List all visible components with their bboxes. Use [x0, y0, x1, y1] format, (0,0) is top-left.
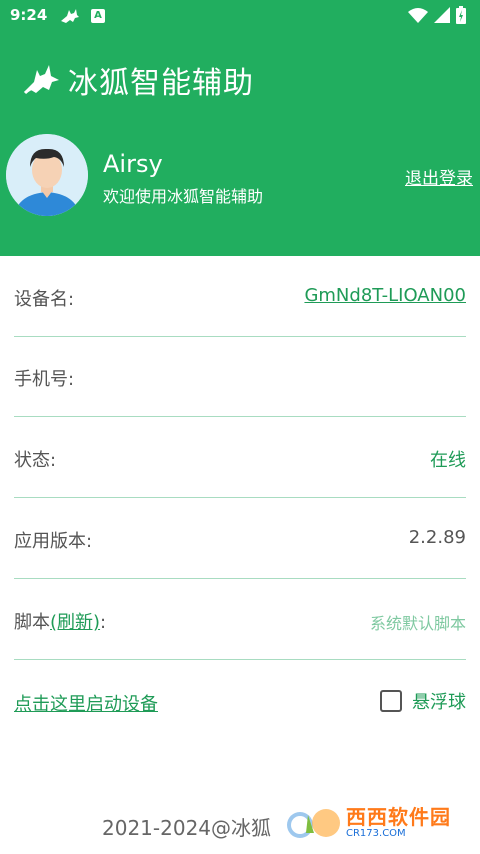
float-ball-toggle[interactable]: 悬浮球 [380, 688, 466, 714]
a-notification-icon: A [91, 9, 105, 23]
script-label: 脚本(刷新): [14, 608, 106, 634]
watermark-text: 西西软件园 CR173.COM [346, 807, 451, 839]
status-label: 状态: [14, 450, 57, 471]
script-label-prefix: 脚本 [14, 612, 50, 633]
phone-label: 手机号: [14, 369, 75, 390]
device-name-row: 设备名: GmNd8T-LIOAN00 [14, 257, 466, 337]
app-title: 冰狐智能辅助 [68, 66, 254, 101]
app-version-value: 2.2.89 [408, 527, 466, 548]
status-bar: 9:24 A [0, 0, 480, 32]
app-version-label: 应用版本: [14, 531, 93, 552]
signal-icon [434, 7, 450, 23]
avatar [6, 134, 88, 216]
refresh-link[interactable]: (刷新) [50, 612, 100, 633]
wifi-icon [408, 8, 428, 23]
script-row: 脚本(刷新): 系统默认脚本 [14, 580, 466, 660]
battery-icon [456, 6, 466, 24]
device-name-label: 设备名: [14, 289, 75, 310]
app-version-row: 应用版本: 2.2.89 [14, 499, 466, 579]
phone-row: 手机号: [14, 337, 466, 417]
fox-notification-icon [61, 9, 79, 23]
start-device-link[interactable]: 点击这里启动设备 [14, 690, 158, 716]
status-value: 在线 [430, 450, 466, 471]
device-name-value[interactable]: GmNd8T-LIOAN00 [304, 285, 466, 306]
status-icons [408, 6, 466, 24]
welcome-text: 欢迎使用冰狐智能辅助 [103, 187, 264, 206]
watermark: 西西软件园 CR173.COM [286, 800, 476, 846]
header: 9:24 A 冰狐智能辅助 Airsy 欢迎使用冰狐智能辅助 退出登录 [0, 0, 480, 256]
watermark-main: 西西软件园 [346, 805, 451, 829]
script-label-suffix: : [100, 612, 107, 633]
status-row: 状态: 在线 [14, 418, 466, 498]
user-name: Airsy [103, 150, 163, 178]
watermark-sub: CR173.COM [346, 828, 406, 839]
float-ball-checkbox[interactable] [380, 690, 402, 712]
user-avatar-icon [6, 134, 88, 216]
status-time: 9:24 [10, 6, 48, 24]
copyright-footer: 2021-2024@冰狐 [102, 816, 272, 840]
logout-link[interactable]: 退出登录 [405, 164, 473, 189]
fox-logo-icon [23, 65, 59, 95]
float-ball-label: 悬浮球 [412, 692, 466, 713]
app-screen: 9:24 A 冰狐智能辅助 Airsy 欢迎使用冰狐智能辅助 退出登录 设备名:… [0, 0, 480, 854]
watermark-logo-icon [287, 809, 340, 838]
script-value[interactable]: 系统默认脚本 [370, 610, 466, 634]
